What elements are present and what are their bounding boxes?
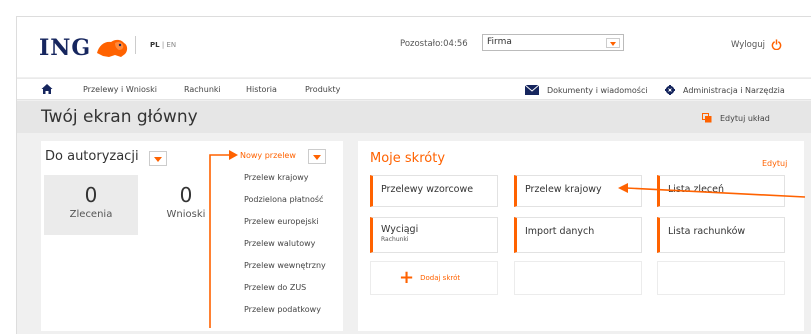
shortcut-label: Lista zleceń [668,184,725,195]
logo-text: ING [39,35,92,61]
logout-button[interactable]: Wyloguj [731,39,782,50]
documents-link[interactable]: Dokumenty i wiadomości [525,85,648,95]
menu-item-currency[interactable]: Przelew walutowy [236,233,342,255]
add-shortcut-label: Dodaj skrót [420,274,461,282]
shortcut-tile[interactable]: Przelewy wzorcowe [370,175,498,207]
documents-label: Dokumenty i wiadomości [547,85,648,95]
nav-item-transfers[interactable]: Przelewy i Wnioski [83,85,157,94]
company-select[interactable]: Firma [482,34,624,51]
shortcut-label: Lista rachunków [668,226,746,237]
shortcut-tile[interactable]: Lista zleceń [657,175,785,207]
lang-pl[interactable]: PL [150,41,160,49]
gear-icon [665,85,675,95]
menu-item-tax[interactable]: Przelew podatkowy [236,299,342,321]
plus-icon: + [399,267,415,288]
lion-icon [97,39,128,57]
power-icon [771,39,782,50]
new-transfer-dropdown-button[interactable] [308,149,326,164]
shortcut-tile[interactable]: Import danych [514,217,642,253]
admin-label: Administracja i Narzędzia [683,85,785,95]
menu-item-zus[interactable]: Przelew do ZUS [236,277,342,299]
requests-counter[interactable]: 0 Wnioski [139,175,233,235]
envelope-icon [525,85,539,95]
session-timer: Pozostało:04:56 [400,39,468,49]
shortcut-label: Import danych [525,226,595,237]
shortcut-tile[interactable]: Przelew krajowy [514,175,642,207]
home-icon[interactable] [41,83,53,95]
authorization-title: Do autoryzacji [45,149,139,164]
shortcut-label: Przelewy wzorcowe [381,184,474,195]
shortcut-sublabel: Rachunki [381,236,409,243]
nav-item-products[interactable]: Produkty [305,85,340,94]
menu-item-internal[interactable]: Przelew wewnętrzny [236,255,342,277]
title-bar: Twój ekran główny Edytuj układ [17,101,811,133]
new-transfer-link[interactable]: Nowy przelew [240,151,296,160]
edit-layout-button[interactable]: Edytuj układ [702,113,770,123]
orders-count: 0 [84,183,98,207]
lang-en[interactable]: EN [166,41,176,49]
requests-count: 0 [179,183,193,207]
empty-shortcut-slot[interactable] [514,261,642,295]
shortcut-label: Wyciągi [381,224,419,235]
logout-label: Wyloguj [731,39,765,50]
orders-counter[interactable]: 0 Zlecenia [44,175,138,235]
language-switch: PL | EN [135,36,176,54]
header: ING PL | EN Pozostało:04:56 Firma Wylogu… [17,17,811,77]
shortcut-label: Przelew krajowy [525,184,602,195]
nav-item-history[interactable]: Historia [246,85,277,94]
ing-logo[interactable]: ING [39,35,129,61]
menu-item-split-payment[interactable]: Podzielona płatność [236,189,342,211]
add-shortcut-button[interactable]: + Dodaj skrót [370,261,498,295]
app-frame: ING PL | EN Pozostało:04:56 Firma Wylogu… [16,16,811,334]
shortcuts-title: Moje skróty [370,151,446,166]
orders-label: Zlecenia [69,209,113,220]
authorization-dropdown-button[interactable] [149,151,167,166]
company-select-value: Firma [487,37,512,47]
edit-layout-label: Edytuj układ [720,113,770,123]
shortcuts-edit-link[interactable]: Edytuj [762,159,787,168]
admin-link[interactable]: Administracja i Narzędzia [665,85,785,95]
shortcut-tile[interactable]: Wyciągi Rachunki [370,217,498,253]
main-nav: Przelewy i Wnioski Rachunki Historia Pro… [17,78,811,100]
requests-label: Wnioski [166,209,206,220]
page-title: Twój ekran główny [41,107,198,127]
shortcuts-panel: Moje skróty Edytuj Przelewy wzorcowe Prz… [358,141,804,331]
shortcut-tile[interactable]: Lista rachunków [657,217,785,253]
copy-icon [702,113,712,123]
menu-item-domestic[interactable]: Przelew krajowy [236,167,342,189]
chevron-down-icon[interactable] [606,38,620,48]
menu-item-european[interactable]: Przelew europejski [236,211,342,233]
empty-shortcut-slot[interactable] [657,261,785,295]
new-transfer-menu: Przelew krajowy Podzielona płatność Prze… [236,167,342,321]
nav-item-accounts[interactable]: Rachunki [184,85,221,94]
lang-separator: | [161,41,165,49]
